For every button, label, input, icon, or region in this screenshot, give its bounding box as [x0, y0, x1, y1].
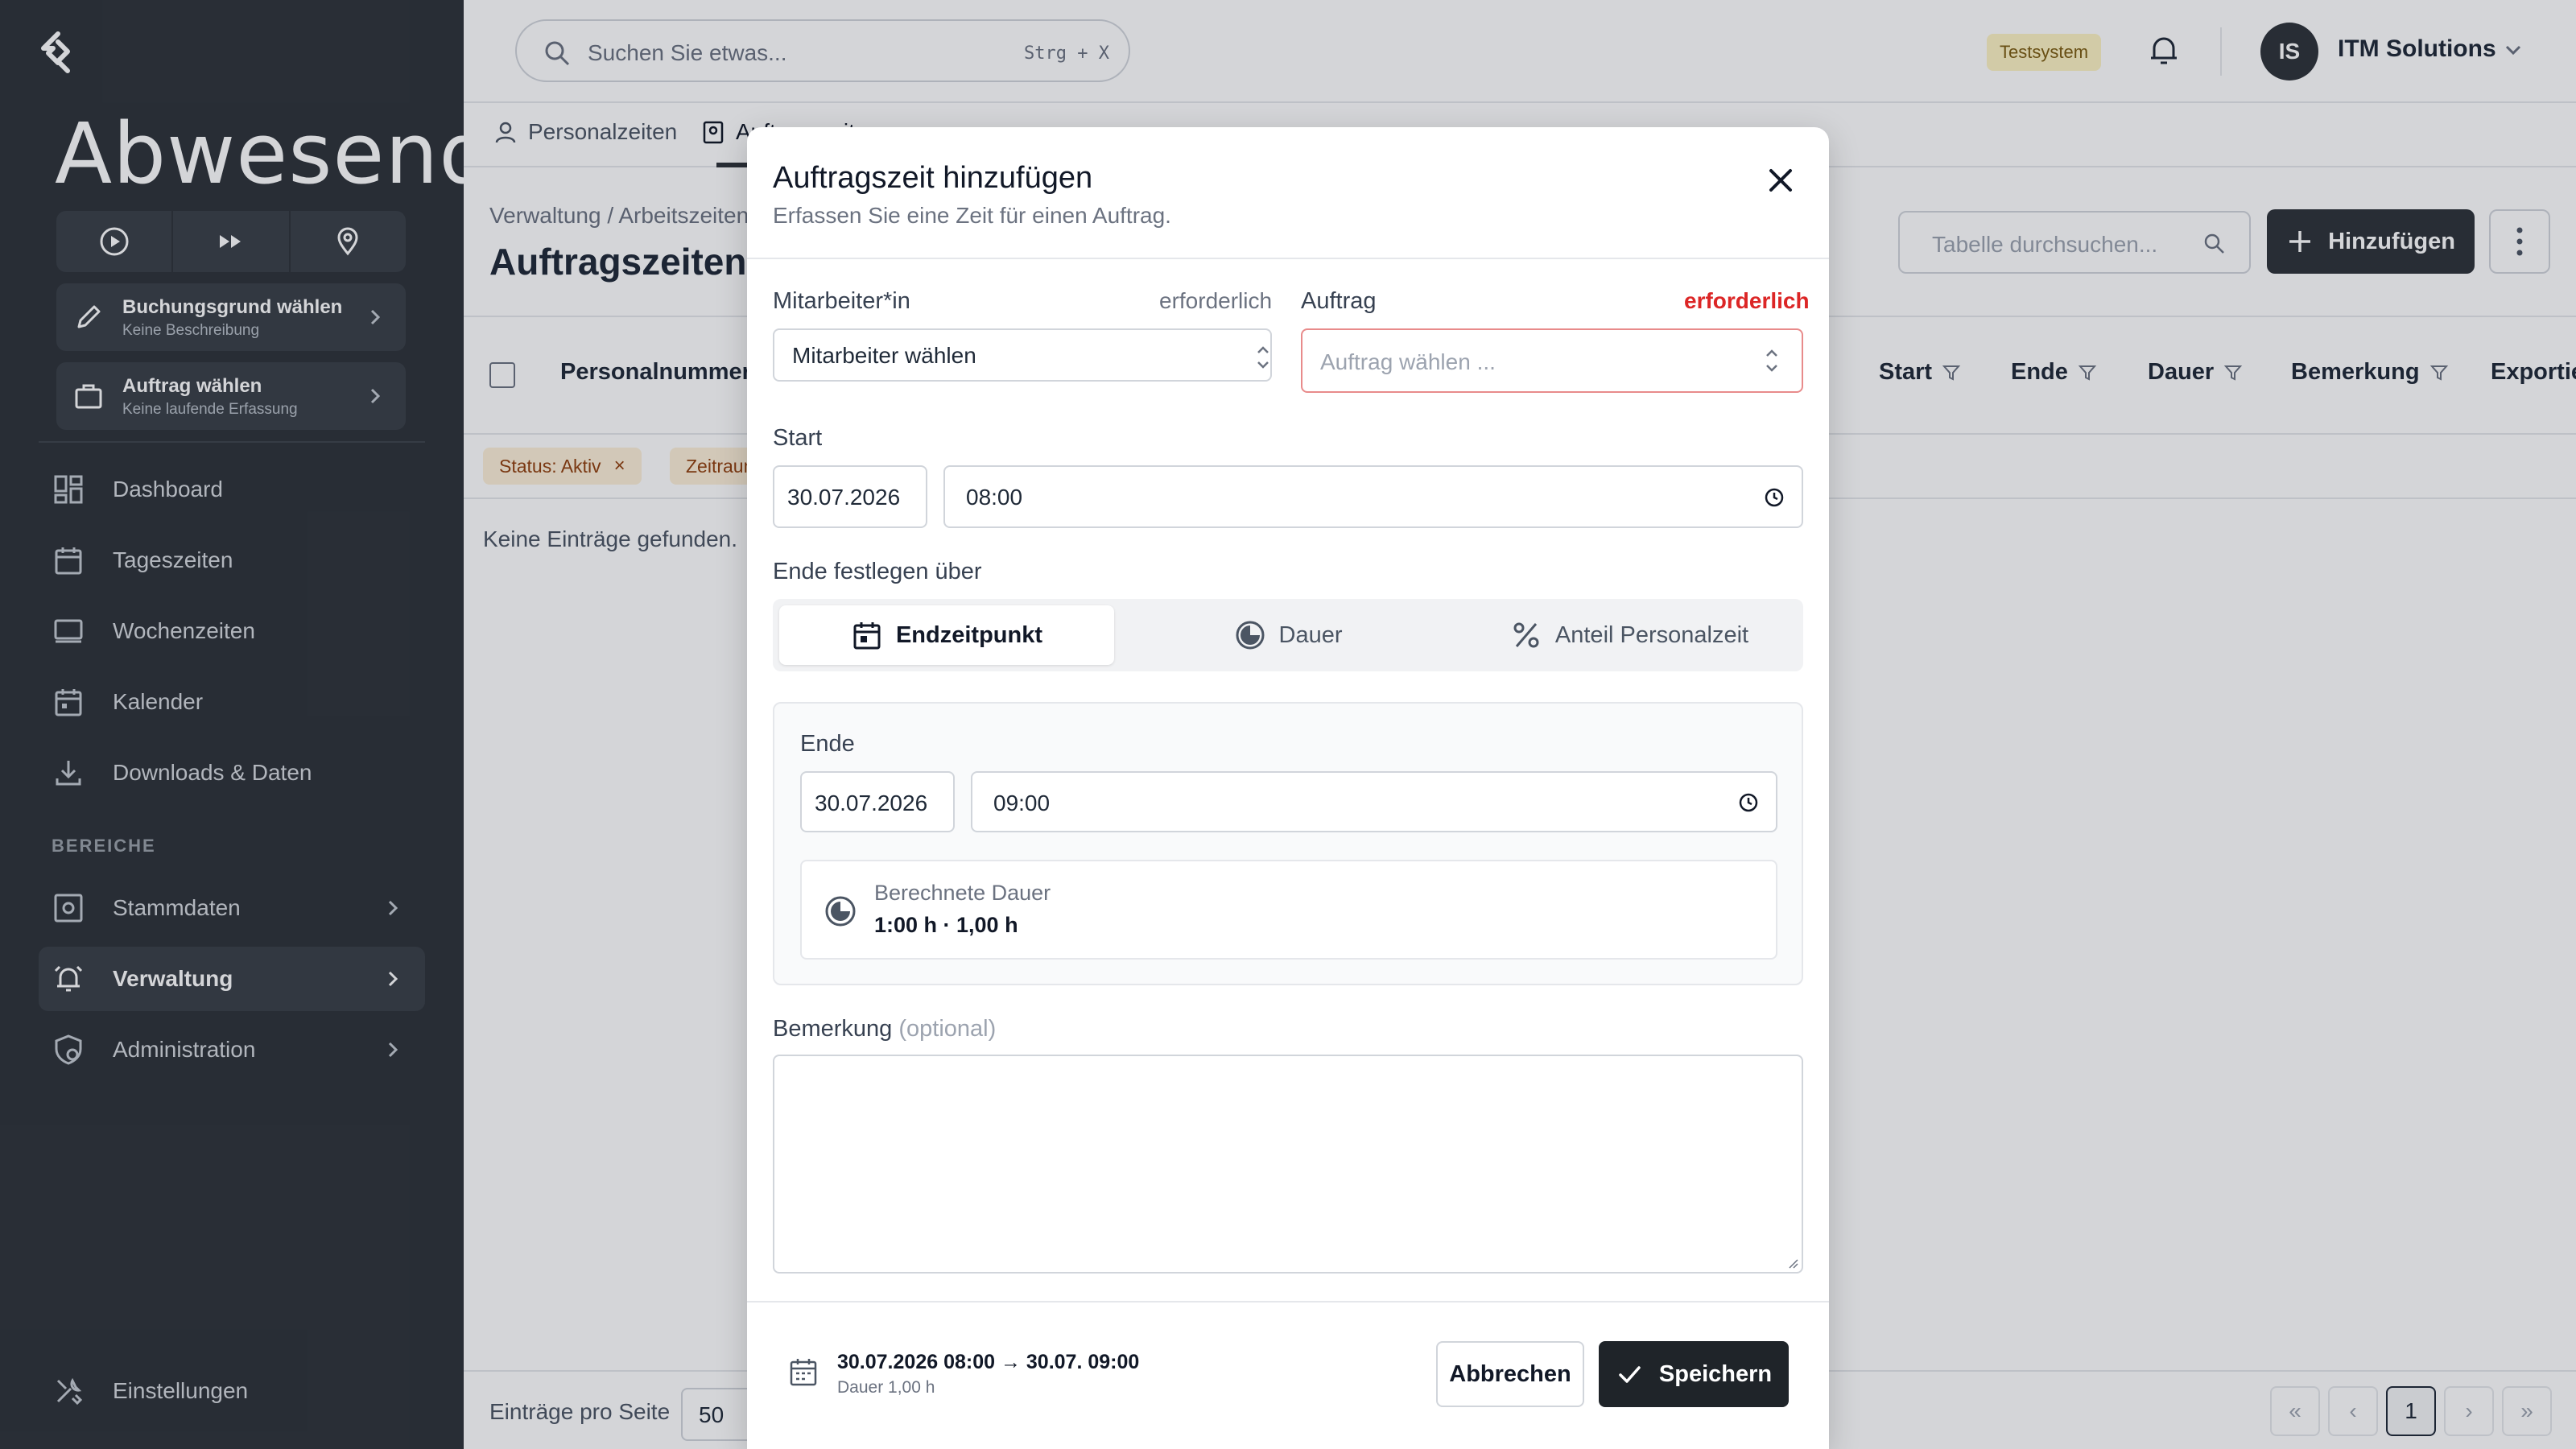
start-label: Start [773, 425, 823, 451]
sort-arrows-icon [1766, 349, 1777, 372]
calculated-duration-label: Berechnete Dauer [874, 881, 1051, 905]
end-panel: Ende 30.07.2026 09:00 Berechnete Dauer 1… [773, 702, 1803, 985]
order-select-placeholder: Auftrag wählen ... [1320, 349, 1496, 374]
timer-icon [1236, 621, 1264, 650]
end-mode-endzeitpunkt[interactable]: Endzeitpunkt [779, 605, 1114, 665]
end-mode-label-text: Dauer [1278, 621, 1343, 648]
calendar-icon [853, 622, 881, 650]
order-select[interactable]: Auftrag wählen ... [1301, 328, 1803, 393]
end-time-input[interactable]: 09:00 [971, 771, 1777, 832]
start-date-value: 30.07.2026 [787, 485, 901, 510]
calculated-duration-value: 1:00 h · 1,00 h [874, 913, 1018, 937]
end-mode-dauer[interactable]: Dauer [1121, 605, 1455, 665]
summary-duration: Dauer 1,00 h [837, 1378, 935, 1397]
employee-select-value: Mitarbeiter wählen [792, 343, 976, 368]
dialog-subtitle: Erfassen Sie eine Zeit für einen Auftrag… [773, 203, 1171, 228]
remark-textarea[interactable] [773, 1055, 1803, 1274]
clock-icon[interactable] [1763, 486, 1785, 509]
order-required-hint: erforderlich [1684, 288, 1810, 313]
end-mode-switch: Endzeitpunkt Dauer Anteil Personalzeit [773, 599, 1803, 671]
sort-arrows-icon [1257, 346, 1269, 369]
start-date-input[interactable]: 30.07.2026 [773, 465, 927, 528]
remark-label: Bemerkung (optional) [773, 1016, 996, 1042]
end-date-value: 30.07.2026 [815, 791, 928, 815]
close-icon[interactable] [1758, 158, 1803, 203]
order-label: Auftrag [1301, 288, 1377, 314]
end-mode-label-text: Endzeitpunkt [895, 621, 1043, 648]
start-time-value: 08:00 [966, 485, 1023, 510]
employee-label: Mitarbeiter*in [773, 288, 910, 314]
end-time-value: 09:00 [993, 791, 1051, 815]
end-mode-label: Ende festlegen über [773, 559, 982, 584]
remark-optional-hint: (optional) [898, 1016, 997, 1042]
resize-handle-icon[interactable] [1785, 1256, 1798, 1269]
timer-icon [825, 896, 856, 927]
add-order-time-dialog: Auftragszeit hinzufügen Erfassen Sie ein… [747, 127, 1829, 1449]
calendar-icon [790, 1359, 817, 1386]
remark-label-text: Bemerkung [773, 1016, 893, 1042]
employee-required-hint: erforderlich [1159, 288, 1273, 313]
end-date-input[interactable]: 30.07.2026 [800, 771, 955, 832]
end-mode-label-text: Anteil Personalzeit [1554, 621, 1749, 648]
cancel-button[interactable]: Abbrechen [1436, 1341, 1584, 1407]
end-label: Ende [800, 731, 855, 757]
summary-range: 30.07.2026 08:00 → 30.07. 09:00 [837, 1351, 1140, 1373]
end-mode-anteil[interactable]: Anteil Personalzeit [1462, 605, 1797, 665]
percent-icon [1513, 622, 1539, 648]
employee-select[interactable]: Mitarbeiter wählen [773, 328, 1272, 382]
dialog-footer-divider [747, 1301, 1829, 1302]
save-button-label: Speichern [1658, 1360, 1773, 1387]
dialog-header-divider [747, 258, 1829, 259]
check-icon [1619, 1366, 1641, 1383]
clock-icon[interactable] [1737, 791, 1760, 814]
save-button[interactable]: Speichern [1599, 1341, 1789, 1407]
calculated-duration: Berechnete Dauer 1:00 h · 1,00 h [800, 860, 1777, 960]
dialog-title: Auftragszeit hinzufügen [773, 161, 1093, 195]
start-time-input[interactable]: 08:00 [943, 465, 1803, 528]
